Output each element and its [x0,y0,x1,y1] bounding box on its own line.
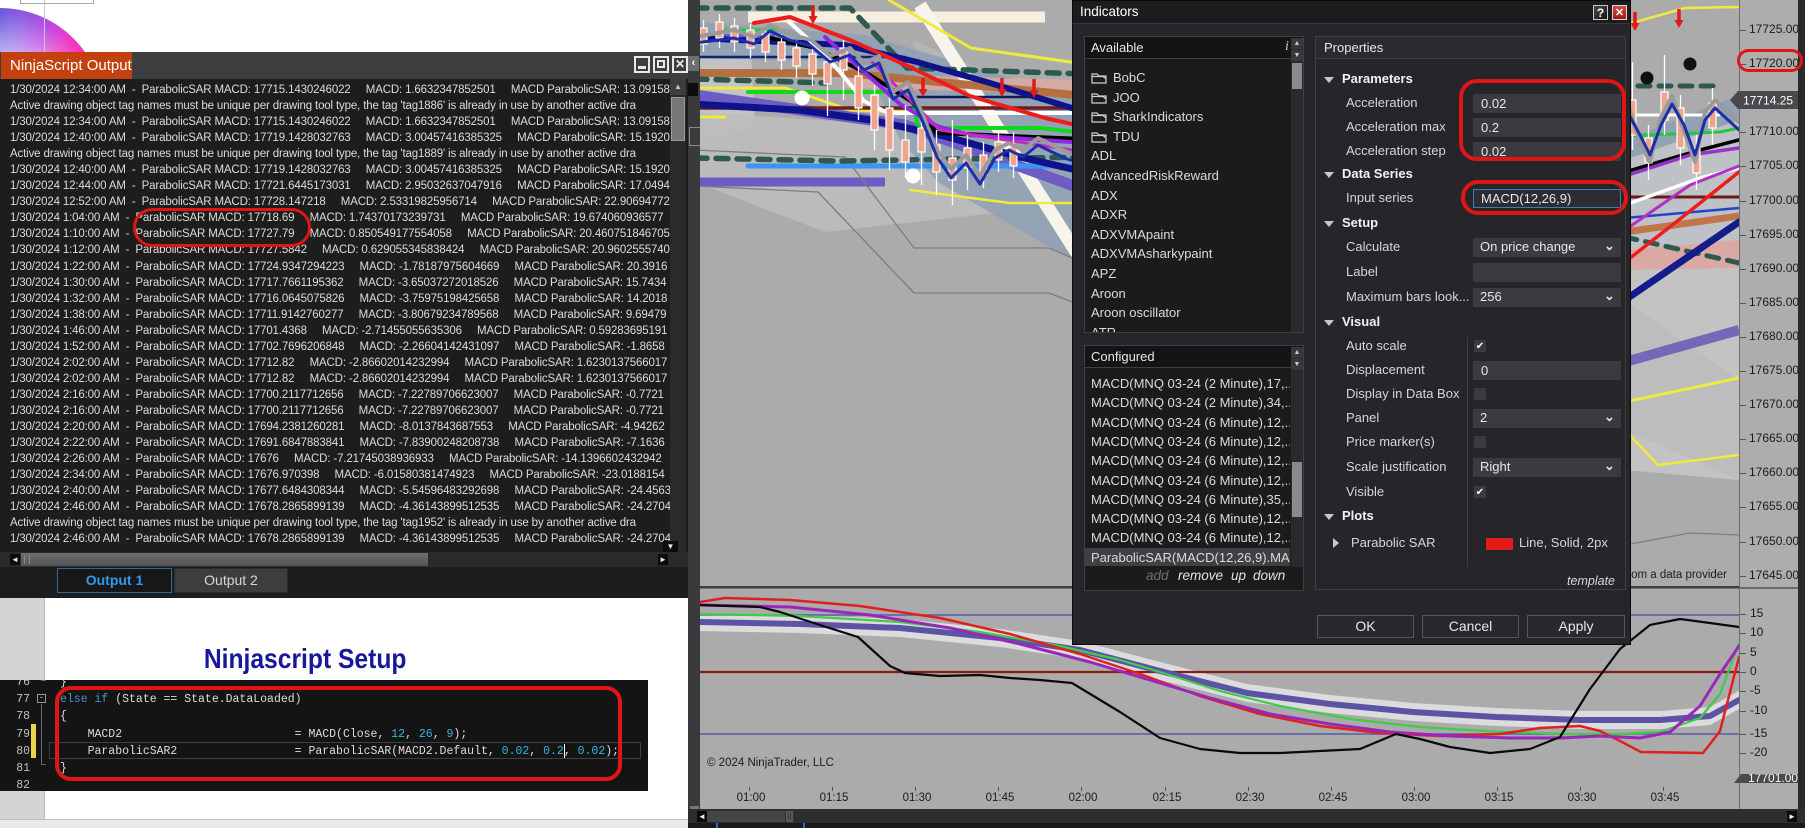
svg-text:17701.00: 17701.00 [1748,774,1798,783]
svg-text:17714.25: 17714.25 [1743,94,1793,108]
svg-text:© 2024 NinjaTrader, LLC: © 2024 NinjaTrader, LLC [707,757,834,769]
